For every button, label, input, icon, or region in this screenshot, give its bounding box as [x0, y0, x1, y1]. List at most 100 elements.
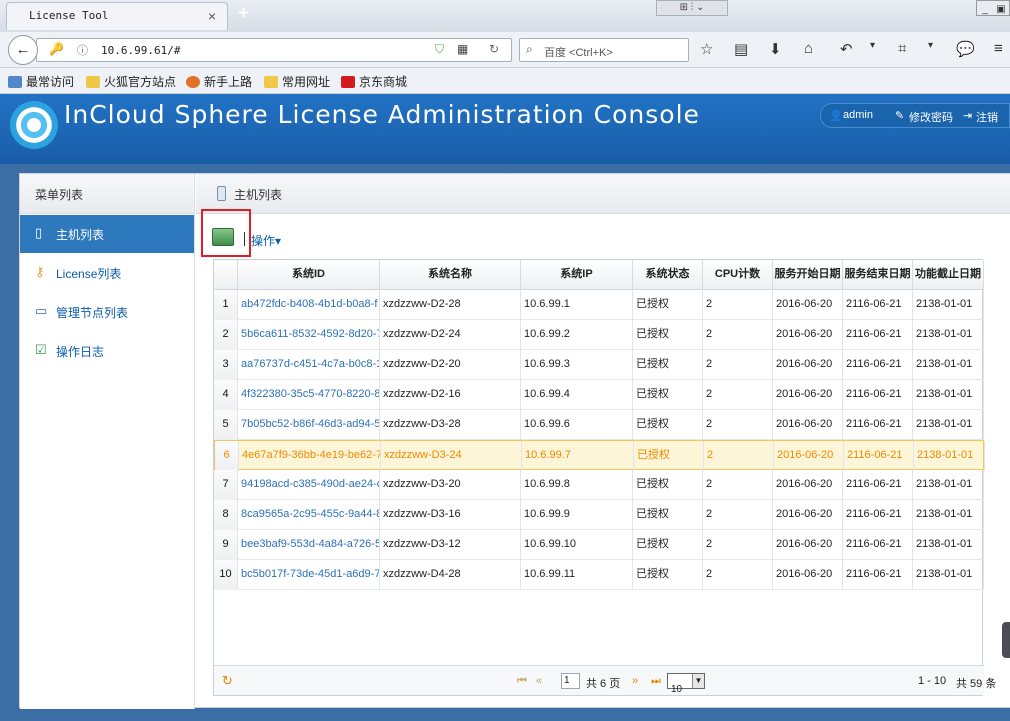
url-bar[interactable]: 🔑 ⓘ 10.6.99.61/# ⛉ ▦ ↻ — [36, 38, 512, 62]
table-row[interactable]: 6 4e67a7f9-36bb-4e19-be62-7 xzdzzww-D3-24 1… — [214, 440, 985, 471]
reload-icon[interactable]: ↻ — [489, 42, 499, 56]
bookmark-common-sites[interactable]: 常用网址 — [264, 73, 330, 90]
crop-dropdown-icon[interactable]: ▾ — [928, 40, 933, 51]
qr-code-icon[interactable]: ▦ — [457, 42, 468, 56]
total-pages-label: 共 6 页 — [586, 678, 621, 690]
table-row[interactable]: 2 5b6ca611-8532-4592-8d20-7 xzdzzww-D2-24 1… — [214, 320, 984, 350]
sidebar-item-label: 操作日志 — [56, 345, 105, 359]
search-bar[interactable]: ⌕ 百度 <Ctrl+K> — [519, 38, 689, 62]
restore-icon[interactable]: ▣ — [993, 3, 1009, 17]
chevron-down-icon: ▼ — [692, 674, 704, 688]
cell-id[interactable]: bee3baf9-553d-4a84-a726-5 — [238, 530, 380, 560]
cell-status: 已授权 — [633, 470, 703, 500]
cell-id[interactable]: 5b6ca611-8532-4592-8d20-7 — [238, 320, 380, 350]
table-row[interactable]: 3 aa76737d-c451-4c7a-b0c8-1 xzdzzww-D2-20 1… — [214, 350, 984, 380]
sidebar-item-license-list[interactable]: ⚷ License列表 — [20, 254, 194, 292]
cell-n: 7 — [214, 470, 238, 500]
cell-id[interactable]: 94198acd-c385-490d-ae24-c — [238, 470, 380, 500]
add-host-icon[interactable] — [212, 228, 234, 246]
crop-icon[interactable]: ⌗ — [898, 40, 906, 57]
column-header[interactable]: 功能截止日期 — [913, 260, 984, 290]
bookmark-label: 新手上路 — [204, 75, 253, 89]
reading-list-icon[interactable]: ▤ — [734, 40, 748, 58]
cell-id[interactable]: 8ca9565a-2c95-455c-9a44-8 — [238, 500, 380, 530]
undo-dropdown-icon[interactable]: ▾ — [870, 40, 875, 51]
cell-n: 10 — [214, 560, 238, 590]
cell-end: 2116-06-21 — [843, 380, 913, 410]
prev-page-icon[interactable]: « — [536, 675, 542, 687]
sidebar-item-node-list[interactable]: ▭ 管理节点列表 — [20, 293, 194, 331]
undo-icon[interactable]: ↶ — [840, 40, 853, 58]
operations-dropdown[interactable]: 操作▾ — [251, 232, 281, 249]
column-header[interactable]: 系统名称 — [380, 260, 521, 290]
refresh-icon[interactable]: ↻ — [222, 673, 233, 689]
column-header[interactable]: 系统IP — [521, 260, 633, 290]
minimize-icon[interactable]: _ — [977, 3, 993, 17]
sidebar-item-label: License列表 — [56, 267, 122, 281]
cell-id[interactable]: 4f322380-35c5-4770-8220-8 — [238, 380, 380, 410]
download-icon[interactable]: ⬇ — [769, 40, 782, 58]
change-password-link[interactable]: 修改密码 — [909, 109, 953, 125]
chat-icon[interactable]: 💬 — [956, 40, 975, 58]
username-link[interactable]: admin — [843, 109, 873, 121]
page-title: 主机列表 — [234, 188, 283, 202]
sidebar-item-operation-log[interactable]: ☑ 操作日志 — [20, 332, 194, 370]
url-text[interactable]: 10.6.99.61/# — [101, 44, 180, 57]
page-scroll-handle[interactable] — [1002, 622, 1010, 658]
table-row[interactable]: 4 4f322380-35c5-4770-8220-8 xzdzzww-D2-16 1… — [214, 380, 984, 410]
cell-id[interactable]: aa76737d-c451-4c7a-b0c8-1 — [238, 350, 380, 380]
bookmark-jd[interactable]: 京东商城 — [341, 73, 407, 90]
logout-icon: ⇥ — [963, 110, 973, 122]
bookmark-getting-started[interactable]: 新手上路 — [186, 73, 252, 90]
tab-close-button[interactable]: × — [208, 8, 216, 24]
new-tab-button[interactable]: + — [238, 3, 249, 25]
page-size-select[interactable]: 10 ▼ — [667, 673, 705, 695]
column-header[interactable]: CPU计数 — [703, 260, 773, 290]
table-row[interactable]: 8 8ca9565a-2c95-455c-9a44-8 xzdzzww-D3-16 1… — [214, 500, 984, 530]
cell-id[interactable]: bc5b017f-73de-45d1-a6d9-7 — [238, 560, 380, 590]
search-placeholder: 百度 <Ctrl+K> — [544, 47, 613, 59]
window-controls[interactable]: ⊞ ⫶ ⌄ — [656, 0, 728, 16]
table-row[interactable]: 5 7b05bc52-b86f-46d3-ad94-5 xzdzzww-D3-28 1… — [214, 410, 984, 440]
bookmark-most-visited[interactable]: 最常访问 — [8, 73, 74, 90]
host-icon: ▯ — [35, 225, 43, 240]
column-header[interactable]: 服务开始日期 — [773, 260, 843, 290]
column-header[interactable]: 系统ID — [238, 260, 380, 290]
cell-cpu: 2 — [703, 530, 773, 560]
column-header[interactable]: 服务结束日期 — [843, 260, 913, 290]
info-icon[interactable]: ⓘ — [77, 42, 88, 58]
cell-cpu: 2 — [703, 350, 773, 380]
last-page-icon[interactable]: ⏭ — [651, 675, 661, 688]
user-icon: 👤 — [829, 110, 843, 122]
cell-name: xzdzzww-D3-16 — [380, 500, 521, 530]
cell-id[interactable]: 4e67a7f9-36bb-4e19-be62-7 — [239, 441, 381, 471]
table-row[interactable]: 9 bee3baf9-553d-4a84-a726-5 xzdzzww-D3-12 1… — [214, 530, 984, 560]
column-header[interactable]: 系统状态 — [633, 260, 703, 290]
next-page-icon[interactable]: » — [632, 675, 638, 687]
cell-id[interactable]: ab472fdc-b408-4b1d-b0a8-f — [238, 290, 380, 320]
cell-end: 2116-06-21 — [843, 410, 913, 440]
logout-link[interactable]: 注销 — [976, 109, 998, 125]
first-page-icon[interactable]: ⏮ — [517, 675, 527, 688]
table-row[interactable]: 1 ab472fdc-b408-4b1d-b0a8-f xzdzzww-D2-28 1… — [214, 290, 984, 320]
cell-start: 2016-06-20 — [773, 350, 843, 380]
cell-id[interactable]: 7b05bc52-b86f-46d3-ad94-5 — [238, 410, 380, 440]
bookmark-firefox-site[interactable]: 火狐官方站点 — [86, 73, 176, 90]
shield-icon[interactable]: ⛉ — [435, 42, 444, 57]
bookmark-star-icon[interactable]: ☆ — [700, 40, 713, 58]
cell-name: xzdzzww-D3-24 — [381, 441, 522, 471]
cell-ip: 10.6.99.10 — [521, 530, 633, 560]
page-number-input[interactable]: 1 — [561, 673, 580, 689]
firefox-icon — [186, 76, 200, 88]
menu-icon[interactable]: ≡ — [994, 40, 1003, 57]
sidebar-item-host-list[interactable]: ▯ 主机列表 — [20, 215, 194, 253]
cell-cpu: 2 — [703, 560, 773, 590]
folder-icon — [264, 76, 278, 88]
table-row[interactable]: 7 94198acd-c385-490d-ae24-c xzdzzww-D3-20 1… — [214, 470, 984, 500]
browser-tab[interactable]: License Tool × — [6, 2, 228, 30]
back-button[interactable]: ← — [8, 35, 38, 65]
cell-n: 3 — [214, 350, 238, 380]
table-row[interactable]: 10 bc5b017f-73de-45d1-a6d9-7 xzdzzww-D4-28… — [214, 560, 984, 590]
cell-name: xzdzzww-D2-20 — [380, 350, 521, 380]
home-icon[interactable]: ⌂ — [804, 40, 813, 57]
